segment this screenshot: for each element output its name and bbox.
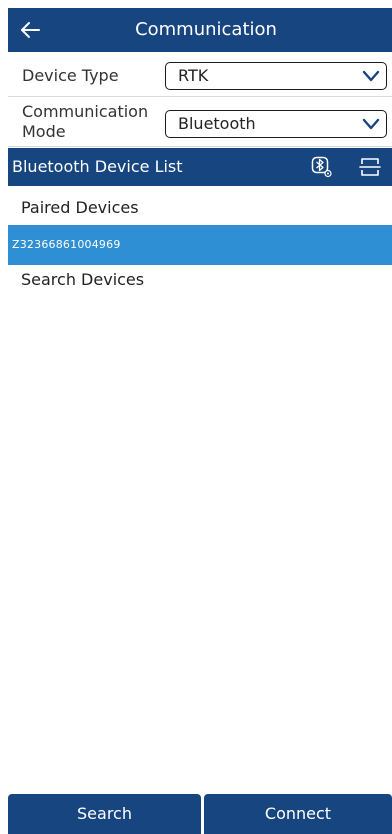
- communication-mode-value: Bluetooth: [178, 114, 256, 133]
- section-title: Bluetooth Device List: [12, 157, 183, 176]
- device-type-label: Device Type: [22, 66, 119, 85]
- paired-devices-label: Paired Devices: [21, 198, 139, 217]
- communication-mode-label: Communication Mode: [22, 102, 149, 141]
- chevron-down-icon: [362, 70, 380, 82]
- top-bar: Communication: [8, 8, 392, 52]
- device-name: Z32366861004969: [12, 238, 121, 251]
- connect-button[interactable]: Connect: [204, 794, 392, 834]
- bluetooth-settings-button[interactable]: [310, 155, 334, 179]
- communication-mode-select[interactable]: Bluetooth: [165, 110, 387, 138]
- chevron-down-icon: [362, 118, 380, 130]
- back-arrow-icon: [21, 22, 40, 38]
- communication-screen: Communication Device Type RTK Communicat…: [0, 0, 392, 834]
- back-button[interactable]: [12, 12, 48, 48]
- scan-icon: [359, 158, 381, 176]
- bluetooth-device-list-header: Bluetooth Device List: [8, 148, 392, 186]
- device-type-select[interactable]: RTK: [165, 62, 387, 90]
- communication-mode-row: Communication Mode Bluetooth: [8, 98, 392, 147]
- scan-button[interactable]: [358, 155, 382, 179]
- search-devices-label: Search Devices: [21, 270, 145, 289]
- paired-device-item[interactable]: Z32366861004969: [8, 225, 392, 265]
- device-type-row: Device Type RTK: [8, 56, 392, 97]
- bluetooth-settings-icon: [311, 156, 332, 178]
- page-title: Communication: [135, 19, 277, 40]
- device-type-value: RTK: [178, 66, 209, 85]
- search-button[interactable]: Search: [8, 794, 201, 834]
